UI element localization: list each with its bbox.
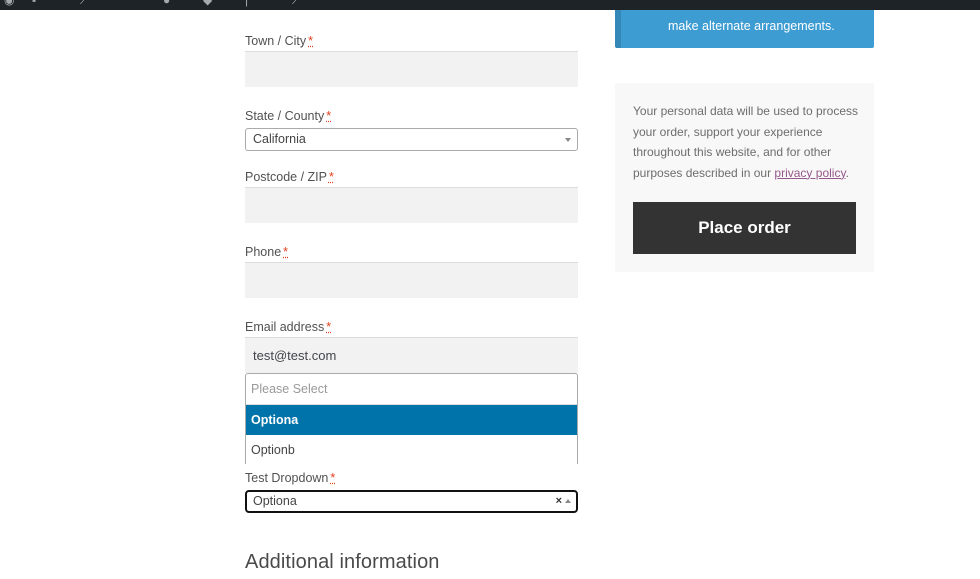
privacy-policy-link[interactable]: privacy policy — [774, 166, 845, 180]
required-mark: * — [330, 471, 336, 485]
chevron-down-icon — [565, 138, 571, 142]
required-mark: * — [283, 245, 289, 259]
test-dropdown-label: Test Dropdown * — [245, 470, 335, 486]
updates-icon[interactable]: ● — [163, 0, 170, 6]
comments-icon[interactable]: ◆ — [203, 0, 212, 6]
info-notice: make alternate arrangements. — [615, 10, 874, 48]
required-mark: * — [326, 109, 332, 123]
state-label-text: State / County — [245, 109, 325, 123]
dropdown-search-input[interactable]: Please Select — [246, 374, 577, 405]
chevron-up-icon — [565, 499, 571, 503]
postcode-label-text: Postcode / ZIP — [245, 170, 327, 184]
town-label: Town / City * — [245, 33, 313, 49]
test-dropdown-label-text: Test Dropdown — [245, 471, 329, 485]
place-order-box: Your personal data will be used to proce… — [615, 83, 874, 272]
email-input[interactable]: test@test.com — [245, 337, 578, 373]
phone-label-text: Phone — [245, 245, 282, 259]
notice-text: make alternate arrangements. — [668, 19, 835, 33]
dropdown-option[interactable]: Optionb — [246, 435, 577, 464]
dropdown-option[interactable]: Optiona — [246, 405, 577, 435]
test-dropdown-list: Please Select Optiona Optionb — [245, 373, 578, 464]
town-input[interactable] — [245, 51, 578, 87]
wordpress-logo-icon[interactable]: ◉ — [4, 0, 14, 6]
email-label-text: Email address — [245, 320, 325, 334]
customize-icon[interactable]: ⟋ — [80, 0, 88, 6]
privacy-notice: Your personal data will be used to proce… — [633, 101, 865, 183]
town-label-text: Town / City — [245, 34, 307, 48]
email-label: Email address * — [245, 319, 331, 335]
required-mark: * — [326, 320, 332, 334]
required-mark: * — [328, 170, 334, 184]
place-order-button[interactable]: Place order — [633, 202, 856, 254]
postcode-label: Postcode / ZIP * — [245, 169, 334, 185]
phone-input[interactable] — [245, 262, 578, 298]
additional-information-heading: Additional information — [245, 551, 440, 573]
new-content-icon[interactable]: | — [245, 0, 248, 6]
site-icon[interactable]: ▪ — [32, 0, 36, 6]
state-select[interactable]: California — [245, 128, 578, 151]
phone-label: Phone * — [245, 244, 288, 260]
state-label: State / County * — [245, 108, 331, 124]
state-select-value: California — [253, 132, 306, 146]
test-dropdown-value: Optiona — [253, 494, 297, 508]
postcode-input[interactable] — [245, 187, 578, 223]
edit-icon[interactable]: ⟋ — [292, 0, 300, 6]
privacy-text-end: . — [845, 165, 849, 180]
admin-bar: ◉ ▪ ⟋ ● ◆ | ⟋ — [0, 0, 980, 10]
clear-selection-icon[interactable]: × — [556, 492, 562, 511]
required-mark: * — [308, 34, 314, 48]
test-dropdown-select[interactable]: Optiona × — [245, 490, 578, 513]
